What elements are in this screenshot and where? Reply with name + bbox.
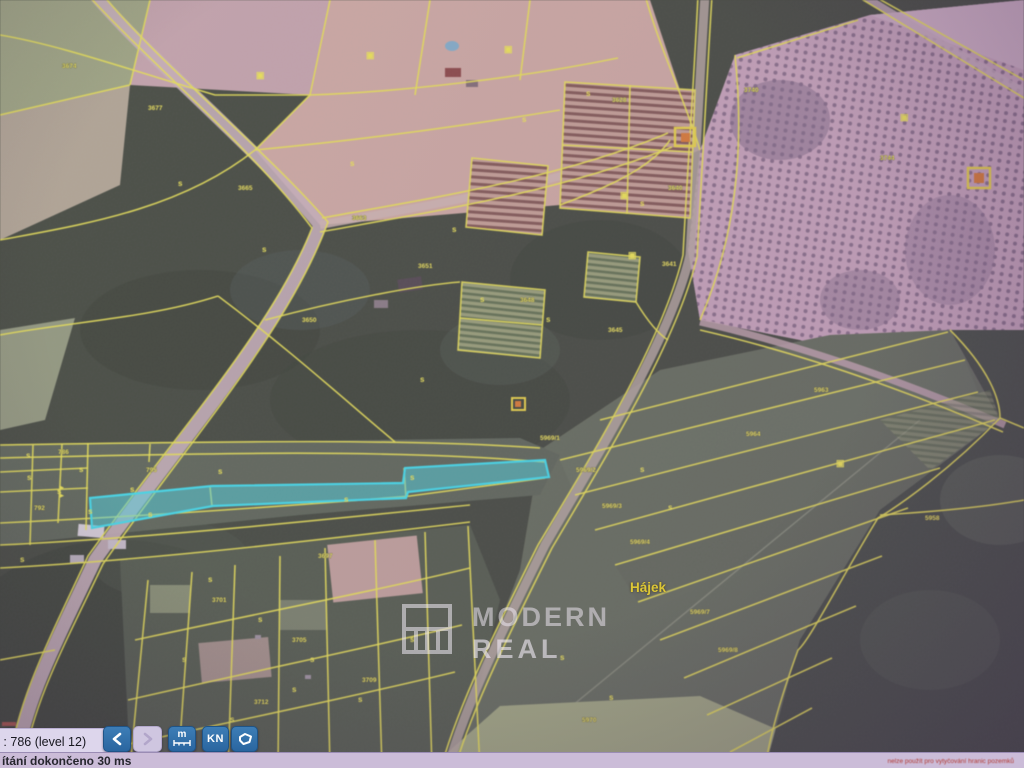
- chevron-left-icon: [111, 732, 123, 746]
- cadastre-kn-button[interactable]: KN: [202, 726, 229, 752]
- photo-grain: [0, 0, 1024, 768]
- status-bar: ítání dokončeno 30 ms nelze použít pro v…: [0, 752, 1024, 768]
- chevron-right-icon: [142, 732, 154, 746]
- measure-label: m: [178, 731, 187, 739]
- status-disclaimer: nelze použít pro vytyčování hranic pozem…: [888, 758, 1014, 765]
- polygon-icon: [236, 731, 254, 747]
- ruler-icon: [173, 739, 191, 747]
- measure-tool-button[interactable]: m: [168, 726, 196, 752]
- back-button[interactable]: [103, 726, 131, 752]
- forward-button[interactable]: [133, 726, 162, 752]
- map-viewer-window: 3674367736653663365136503648364536413628…: [0, 0, 1024, 768]
- polygon-select-button[interactable]: [231, 726, 258, 752]
- status-message: ítání dokončeno 30 ms: [2, 754, 131, 768]
- map-scale-value: 1 : 786 (level 12): [0, 735, 86, 749]
- map-canvas[interactable]: 3674367736653663365136503648364536413628…: [0, 0, 1024, 768]
